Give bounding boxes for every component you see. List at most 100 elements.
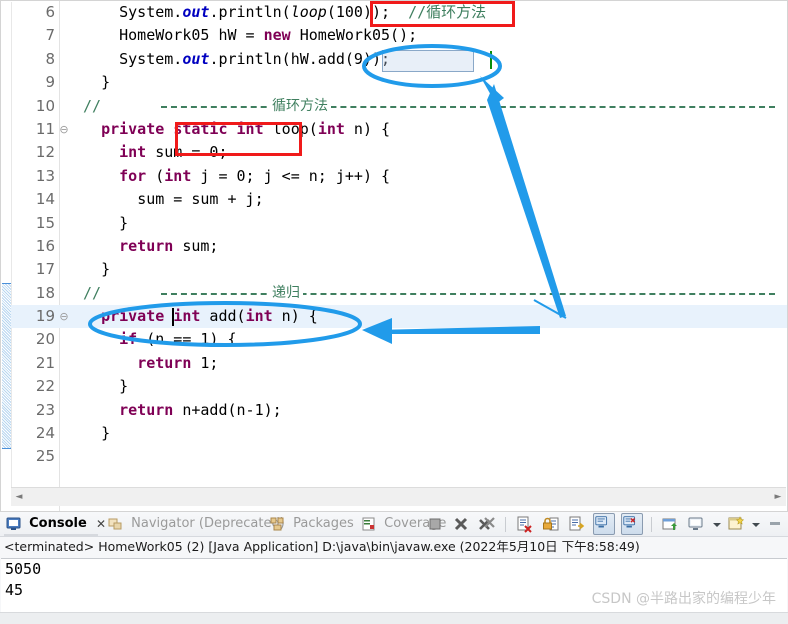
line-number: 18 xyxy=(35,283,55,302)
output-line: 5050 xyxy=(5,560,42,578)
line-number: 15 xyxy=(35,213,55,232)
line-number: 9 xyxy=(45,73,55,92)
code-token: HomeWork05(); xyxy=(290,26,418,45)
tab-label: Packages xyxy=(293,516,354,531)
line-number: 22 xyxy=(35,377,55,396)
code-token: System. xyxy=(119,49,183,68)
code-line[interactable]: 11 ⊖ private static int loop(int n) { xyxy=(11,118,787,141)
code-text[interactable]: // xyxy=(71,282,101,305)
console-status-line: <terminated> HomeWork05 (2) [Java Applic… xyxy=(4,539,640,554)
console-horizontal-scrollbar[interactable] xyxy=(0,612,788,624)
code-line[interactable]: 21 return 1; xyxy=(11,352,787,375)
line-number: 14 xyxy=(35,190,55,209)
code-token: int xyxy=(164,166,192,185)
fold-collapse-icon[interactable]: ⊖ xyxy=(57,118,71,141)
code-text[interactable]: HomeWork05 hW = new HomeWork05(); xyxy=(71,24,417,47)
line-number: 25 xyxy=(35,447,55,466)
text-caret xyxy=(490,50,492,69)
code-token: private xyxy=(101,307,165,326)
code-line[interactable]: 13 for (int j = 0; j <= n; j++) { xyxy=(11,165,787,188)
line-number: 10 xyxy=(35,96,55,115)
fold-collapse-icon[interactable]: ⊖ xyxy=(57,305,71,328)
code-text[interactable]: } xyxy=(71,258,110,281)
scroll-right-arrow[interactable]: ► xyxy=(770,488,786,506)
code-text[interactable]: int sum = 0; xyxy=(71,141,227,164)
comment-dashed-rule xyxy=(161,292,775,295)
code-text[interactable]: if (n == 1) { xyxy=(71,328,236,351)
code-token: static xyxy=(173,119,228,138)
code-text[interactable]: System.out.println(hW.add(9)); xyxy=(71,48,390,71)
tab-navigator[interactable]: Navigator (Deprecated) xyxy=(108,512,285,536)
code-token: loop xyxy=(290,3,327,21)
code-line[interactable]: 6 System.out.println(loop(100)); //循环方法 xyxy=(11,1,787,24)
code-text[interactable]: private int add(int n) { xyxy=(71,305,318,328)
code-editor[interactable]: 6 System.out.println(loop(100)); //循环方法 7… xyxy=(0,0,788,512)
code-token: 1; xyxy=(191,353,219,372)
chevron-down-icon[interactable] xyxy=(712,514,721,534)
code-text[interactable]: return 1; xyxy=(71,352,218,375)
editor-horizontal-scrollbar[interactable]: ◄ ► xyxy=(11,487,786,506)
code-line[interactable]: 17 } xyxy=(11,258,787,281)
code-line[interactable]: 24 } xyxy=(11,422,787,445)
code-line[interactable]: 16 return sum; xyxy=(11,235,787,258)
remove-all-terminated-button[interactable] xyxy=(477,514,497,534)
code-text[interactable]: } xyxy=(71,375,128,398)
code-line[interactable]: 10 // 循环方法 xyxy=(11,94,787,118)
show-console-on-error-button[interactable] xyxy=(621,513,644,535)
code-token: ( xyxy=(146,166,165,185)
code-token: return xyxy=(119,400,174,419)
remove-launch-button[interactable] xyxy=(451,514,471,534)
code-line[interactable]: 22 } xyxy=(11,375,787,398)
code-text[interactable]: return sum; xyxy=(71,235,218,258)
display-console-button[interactable] xyxy=(686,514,706,534)
code-line[interactable]: 9 } xyxy=(11,71,787,94)
line-number: 23 xyxy=(35,400,55,419)
line-number: 7 xyxy=(45,26,55,45)
clear-console-button[interactable] xyxy=(514,514,534,534)
console-toolbar[interactable] xyxy=(424,513,786,536)
line-number: 12 xyxy=(35,143,55,162)
code-token: .println(hW.add(9)); xyxy=(209,49,391,68)
code-token: } xyxy=(101,73,111,92)
minimize-button[interactable] xyxy=(765,514,785,534)
chevron-down-icon[interactable] xyxy=(751,514,760,534)
code-token: } xyxy=(101,260,111,279)
tab-packages[interactable]: Packages xyxy=(270,512,354,536)
code-line[interactable]: 7 HomeWork05 hW = new HomeWork05(); xyxy=(11,24,787,47)
pin-console-button[interactable] xyxy=(660,514,680,534)
code-text[interactable]: sum = sum + j; xyxy=(71,188,264,211)
code-line[interactable]: 18 // 递归 xyxy=(11,281,787,306)
show-console-on-output-button[interactable] xyxy=(592,513,615,535)
code-text[interactable]: // xyxy=(71,95,101,118)
terminate-button[interactable] xyxy=(425,514,445,534)
code-line[interactable]: 19 ⊖ private int add(int n) { xyxy=(11,305,787,329)
code-token: sum = sum + j; xyxy=(137,190,264,209)
code-line[interactable]: 15 } xyxy=(11,212,787,235)
code-line[interactable]: 23 return n+add(n-1); xyxy=(11,399,787,422)
code-text[interactable]: private static int loop(int n) { xyxy=(71,118,390,141)
scroll-left-arrow[interactable]: ◄ xyxy=(11,488,27,506)
code-line[interactable]: 12 int sum = 0; xyxy=(11,141,787,164)
tab-console[interactable]: Console ✕ xyxy=(6,512,106,536)
word-wrap-button[interactable] xyxy=(567,514,587,534)
code-text[interactable]: } xyxy=(71,212,128,235)
code-lines[interactable]: 6 System.out.println(loop(100)); //循环方法 7… xyxy=(11,1,787,469)
coverage-icon xyxy=(361,516,376,530)
code-line[interactable]: 14 sum = sum + j; xyxy=(11,188,787,211)
code-text[interactable]: System.out.println(loop(100)); //循环方法 xyxy=(71,1,486,24)
code-text[interactable]: } xyxy=(71,422,110,445)
text-selection-box xyxy=(382,49,474,72)
code-text[interactable]: return n+add(n-1); xyxy=(71,399,282,422)
console-tab-bar[interactable]: Console ✕ Navigator (Deprecated) Package… xyxy=(0,512,788,537)
code-token: out xyxy=(182,49,210,68)
code-text[interactable]: } xyxy=(71,71,110,94)
code-line[interactable]: 25 xyxy=(11,445,787,468)
scroll-lock-button[interactable] xyxy=(541,514,561,534)
code-token: HomeWork05 hW = xyxy=(119,26,264,45)
code-text[interactable]: for (int j = 0; j <= n; j++) { xyxy=(71,165,390,188)
line-number: 11 xyxy=(35,119,55,138)
code-line[interactable]: 8 System.out.println(hW.add(9)); xyxy=(11,48,787,72)
close-icon[interactable]: ✕ xyxy=(96,512,106,536)
new-console-button[interactable] xyxy=(726,514,746,534)
code-line[interactable]: 20 if (n == 1) { xyxy=(11,328,787,351)
